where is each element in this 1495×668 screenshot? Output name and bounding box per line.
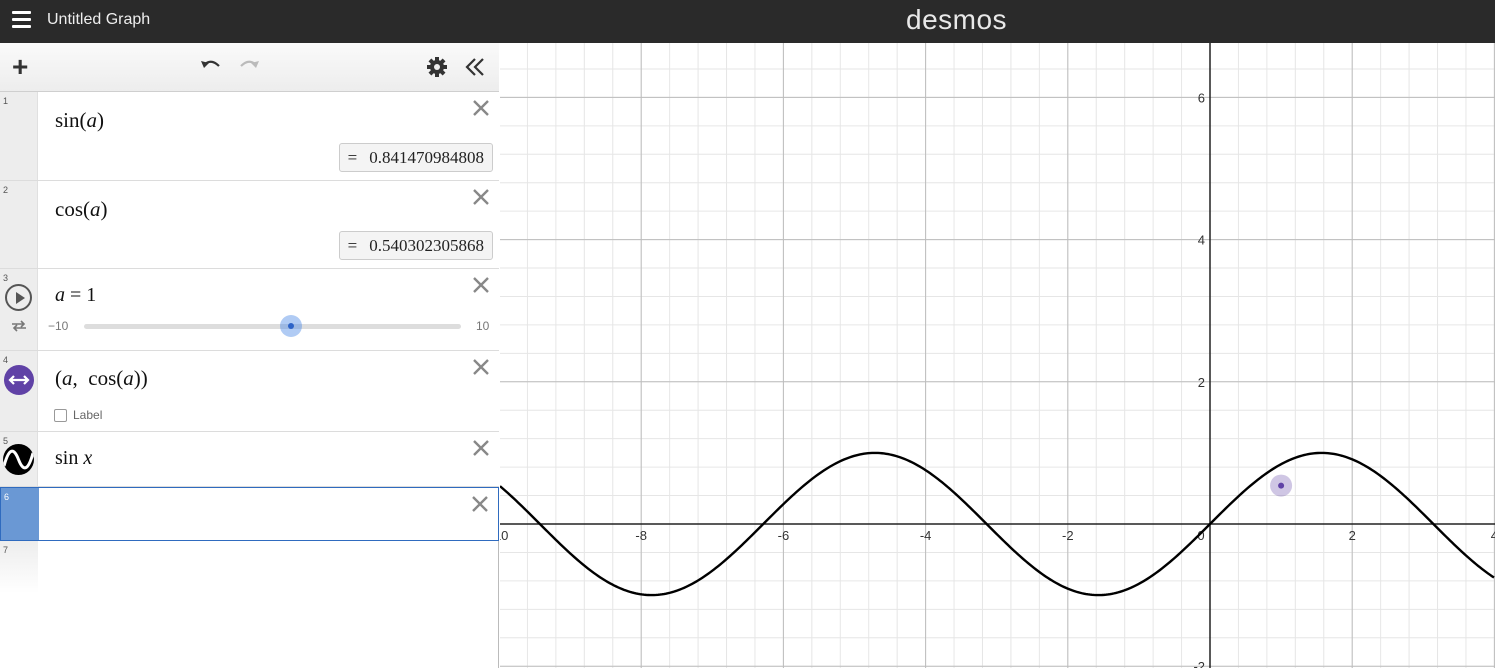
expression-row-6[interactable]: 6: [0, 487, 499, 541]
redo-icon[interactable]: [238, 57, 260, 80]
expression-gutter: 1: [0, 92, 38, 180]
collapse-panel-icon[interactable]: [464, 56, 486, 83]
delete-expression-icon[interactable]: [471, 357, 491, 377]
y-tick-label: 4: [1198, 233, 1205, 248]
x-tick-label: -8: [635, 528, 647, 543]
draggable-point[interactable]: [1278, 482, 1285, 489]
x-tick-label: -10: [500, 528, 508, 543]
x-tick-label: 2: [1349, 528, 1356, 543]
expression-toolbar: +: [0, 43, 499, 92]
expression-gutter: 4: [0, 351, 38, 431]
loop-icon[interactable]: [10, 319, 28, 333]
undo-icon[interactable]: [200, 57, 222, 80]
expression-row-2[interactable]: 2 cos(a) = 0.540302305868: [0, 181, 499, 269]
evaluation-result: = 0.841470984808: [338, 143, 493, 172]
gear-icon[interactable]: [426, 56, 448, 83]
expression-math[interactable]: (a, cos(a)): [55, 366, 148, 391]
x-tick-label: -6: [778, 528, 790, 543]
label-checkbox-text[interactable]: Label: [73, 408, 102, 422]
expression-row-1[interactable]: 1 sin(a) = 0.841470984808: [0, 92, 499, 181]
delete-expression-icon[interactable]: [471, 275, 491, 295]
expression-row-7-gutter[interactable]: 7: [0, 541, 38, 593]
delete-expression-icon[interactable]: [471, 438, 491, 458]
expression-gutter: 5: [0, 432, 38, 486]
graph-canvas[interactable]: -10-8-6-4-2024642-2: [500, 43, 1495, 668]
delete-expression-icon[interactable]: [471, 187, 491, 207]
expression-math[interactable]: sin x: [55, 447, 92, 470]
expression-math[interactable]: sin(a): [55, 108, 104, 133]
expression-panel: + 1 sin(a) = 0.841470984808 2 cos(a) = 0…: [0, 43, 499, 668]
expression-math[interactable]: cos(a): [55, 197, 108, 222]
delete-expression-icon[interactable]: [470, 494, 490, 514]
expression-row-4[interactable]: 4 (a, cos(a)) Label: [0, 351, 499, 432]
graph-title[interactable]: Untitled Graph: [47, 11, 150, 29]
evaluation-result: = 0.540302305868: [338, 231, 493, 260]
x-tick-label: -2: [1062, 528, 1074, 543]
top-bar: Untitled Graph desmos: [0, 0, 1495, 43]
expression-gutter: 3: [0, 269, 38, 350]
slider-track[interactable]: [84, 324, 461, 329]
y-tick-label: 6: [1198, 90, 1205, 105]
delete-expression-icon[interactable]: [471, 98, 491, 118]
expression-gutter: 2: [0, 181, 38, 268]
menu-icon[interactable]: [12, 11, 31, 29]
curve-style-icon[interactable]: [3, 444, 34, 475]
graph-svg[interactable]: -10-8-6-4-2024642-2: [500, 43, 1495, 668]
y-tick-label: 2: [1198, 375, 1205, 390]
x-tick-label: -4: [920, 528, 932, 543]
expression-gutter: 6: [1, 488, 39, 540]
expression-row-3[interactable]: 3 a = 1 −10 10: [0, 269, 499, 351]
play-icon[interactable]: [5, 284, 32, 311]
label-checkbox[interactable]: [54, 409, 67, 422]
x-tick-label: 4: [1491, 528, 1495, 543]
expression-math[interactable]: a = 1: [55, 284, 96, 307]
expression-row-5[interactable]: 5 sin x: [0, 432, 499, 487]
slider-min-label[interactable]: −10: [48, 319, 68, 333]
draggable-point-icon[interactable]: [4, 365, 34, 395]
add-icon[interactable]: +: [12, 53, 28, 81]
slider-thumb[interactable]: [280, 315, 302, 337]
slider-max-label[interactable]: 10: [476, 319, 489, 333]
y-tick-label: -2: [1193, 659, 1205, 668]
desmos-logo: desmos: [906, 4, 1008, 35]
